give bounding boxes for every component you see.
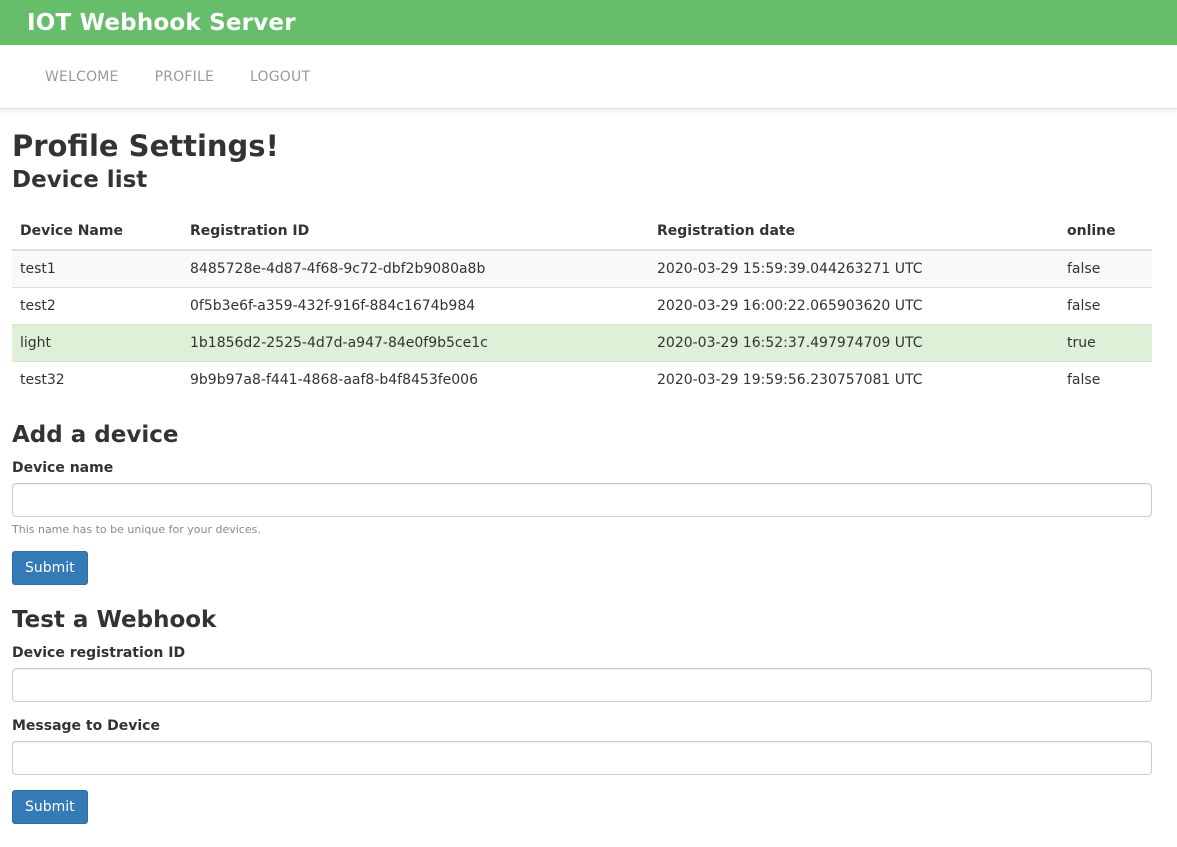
nav-welcome-link[interactable]: WELCOME: [27, 69, 137, 85]
registration-date-cell: 2020-03-29 16:52:37.497974709 UTC: [649, 323, 1059, 361]
column-header-registration-id: Registration ID: [182, 213, 649, 251]
table-row: test32 9b9b97a8-f441-4868-aaf8-b4f8453fe…: [12, 360, 1152, 398]
registration-date-cell: 2020-03-29 16:00:22.065903620 UTC: [649, 286, 1059, 324]
registration-date-cell: 2020-03-29 15:59:39.044263271 UTC: [649, 250, 1059, 287]
table-row: test2 0f5b3e6f-a359-432f-916f-884c1674b9…: [12, 286, 1152, 324]
registration-id-cell: 0f5b3e6f-a359-432f-916f-884c1674b984: [182, 286, 649, 324]
main-nav: WELCOME PROFILE LOGOUT: [0, 45, 1177, 109]
online-status-cell: false: [1059, 286, 1152, 324]
registration-date-cell: 2020-03-29 19:59:56.230757081 UTC: [649, 360, 1059, 398]
test-webhook-heading: Test a Webhook: [12, 607, 217, 633]
test-webhook-submit-button[interactable]: Submit: [12, 790, 88, 824]
device-table: Device Name Registration ID Registration…: [12, 213, 1152, 398]
device-name-input[interactable]: [12, 483, 1152, 517]
add-device-form: Add a device Device name This name has t…: [12, 420, 1152, 585]
registration-id-cell: 1b1856d2-2525-4d7d-a947-84e0f9b5ce1c: [182, 323, 649, 361]
add-device-heading: Add a device: [12, 422, 179, 448]
device-name-cell: test32: [12, 360, 182, 398]
device-name-cell: light: [12, 323, 182, 361]
column-header-registration-date: Registration date: [649, 213, 1059, 251]
page-title: Profile Settings!: [12, 129, 279, 163]
registration-id-cell: 9b9b97a8-f441-4868-aaf8-b4f8453fe006: [182, 360, 649, 398]
device-name-cell: test2: [12, 286, 182, 324]
registration-id-cell: 8485728e-4d87-4f68-9c72-dbf2b9080a8b: [182, 250, 649, 287]
test-webhook-form: Test a Webhook Device registration ID Me…: [12, 605, 1152, 824]
table-header-row: Device Name Registration ID Registration…: [12, 213, 1152, 251]
online-status-cell: false: [1059, 360, 1152, 398]
nav-logout-link[interactable]: LOGOUT: [232, 69, 328, 85]
app-title: IOT Webhook Server: [27, 9, 296, 36]
main-content: Profile Settings! Device list Device Nam…: [0, 127, 1164, 824]
add-device-submit-button[interactable]: Submit: [12, 551, 88, 585]
device-list-heading: Device list: [12, 167, 148, 193]
message-to-device-input[interactable]: [12, 741, 1152, 775]
online-status-cell: false: [1059, 250, 1152, 287]
device-name-label: Device name: [12, 460, 114, 476]
device-name-cell: test1: [12, 250, 182, 287]
device-registration-id-label: Device registration ID: [12, 645, 186, 661]
table-row: test1 8485728e-4d87-4f68-9c72-dbf2b9080a…: [12, 250, 1152, 287]
device-name-help-text: This name has to be unique for your devi…: [12, 523, 261, 536]
top-header-bar: IOT Webhook Server: [0, 0, 1177, 45]
device-registration-id-input[interactable]: [12, 668, 1152, 702]
column-header-online: online: [1059, 213, 1152, 251]
table-row: light 1b1856d2-2525-4d7d-a947-84e0f9b5ce…: [12, 323, 1152, 361]
nav-profile-link[interactable]: PROFILE: [137, 69, 232, 85]
message-to-device-label: Message to Device: [12, 718, 160, 734]
column-header-device-name: Device Name: [12, 213, 182, 251]
online-status-cell: true: [1059, 323, 1152, 361]
